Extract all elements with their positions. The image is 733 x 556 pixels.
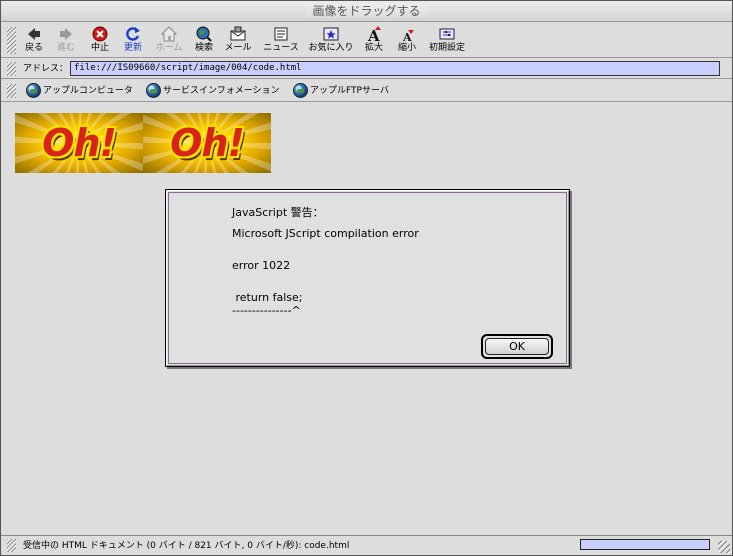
search-button-label: 検索 — [194, 43, 213, 53]
text-larger-icon: A — [366, 26, 382, 45]
mail-button-label: メール — [224, 43, 252, 53]
home-button-label: ホーム — [155, 43, 183, 53]
javascript-alert-dialog: JavaScript 警告： Microsoft JScript compila… — [165, 189, 570, 367]
globe-icon — [26, 83, 41, 98]
mail-icon — [230, 26, 246, 42]
status-text: 受信中の HTML ドキュメント (0 バイト / 821 バイト, 0 バイト… — [23, 541, 350, 551]
address-bar: アドレス： file:///IS09660/script/image/004/c… — [1, 59, 732, 79]
favorite-label: アップルFTPサーバ — [310, 86, 389, 96]
preferences-button[interactable]: 初期設定 — [427, 25, 467, 57]
window-title: 画像をドラッグする — [306, 4, 427, 18]
forward-arrow-icon — [58, 26, 74, 42]
back-arrow-icon — [26, 26, 42, 42]
text-smaller-button-label: 縮小 — [397, 43, 416, 53]
mail-button[interactable]: メール — [223, 25, 253, 57]
progress-bar — [580, 539, 710, 550]
toolbar: 戻る 進む 中止 更新 ホーム 検索 メール ニュース お気に入り A 拡大 A… — [1, 23, 732, 58]
refresh-icon — [125, 26, 141, 42]
favorite-apple-computer[interactable]: アップルコンピュータ — [26, 83, 133, 99]
title-bar[interactable]: 画像をドラッグする — [1, 1, 732, 22]
stop-button-label: 中止 — [90, 43, 109, 53]
news-icon — [273, 26, 289, 42]
text-larger-button-label: 拡大 — [364, 43, 383, 53]
favorites-button-label: お気に入り — [308, 43, 354, 53]
back-button[interactable]: 戻る — [23, 25, 45, 57]
favorites-bar: アップルコンピュータ サービスインフォメーション アップルFTPサーバ — [1, 80, 732, 102]
news-button[interactable]: ニュース — [263, 25, 299, 57]
favorite-service-information[interactable]: サービスインフォメーション — [146, 83, 280, 99]
globe-icon — [146, 83, 161, 98]
stop-button[interactable]: 中止 — [89, 25, 111, 57]
search-button[interactable]: 検索 — [193, 25, 215, 57]
dialog-error-code: error 1022 — [232, 259, 291, 272]
favorite-apple-ftp-server[interactable]: アップルFTPサーバ — [293, 83, 389, 99]
favorites-icon — [323, 26, 339, 42]
address-label: アドレス： — [23, 64, 69, 74]
status-bar-grip — [7, 539, 16, 552]
dialog-error-pointer: ---------------^ — [232, 304, 301, 317]
stop-icon — [92, 26, 108, 42]
resize-handle[interactable] — [718, 541, 730, 553]
globe-icon — [293, 83, 308, 98]
text-larger-button[interactable]: A 拡大 — [363, 25, 385, 57]
home-button[interactable]: ホーム — [154, 25, 184, 57]
favorite-label: サービスインフォメーション — [163, 86, 280, 96]
text-smaller-button[interactable]: A 縮小 — [396, 25, 418, 57]
address-input[interactable]: file:///IS09660/script/image/004/code.ht… — [70, 61, 720, 76]
dialog-error-message: Microsoft JScript compilation error — [232, 227, 419, 240]
ok-button-label: OK — [485, 338, 549, 355]
forward-button[interactable]: 進む — [55, 25, 77, 57]
text-smaller-icon: A — [399, 26, 415, 44]
dialog-source-line: return false; — [232, 291, 303, 304]
news-button-label: ニュース — [263, 43, 299, 53]
home-icon — [160, 26, 178, 42]
toolbar-grip[interactable] — [7, 27, 16, 54]
dialog-title: JavaScript 警告： — [232, 206, 324, 219]
refresh-button[interactable]: 更新 — [122, 25, 144, 57]
favorites-bar-grip[interactable] — [7, 84, 16, 98]
status-bar: 受信中の HTML ドキュメント (0 バイト / 821 バイト, 0 バイト… — [1, 535, 732, 555]
favorite-label: アップルコンピュータ — [43, 86, 133, 96]
search-globe-icon — [196, 26, 212, 42]
browser-window: 画像をドラッグする 戻る 進む 中止 更新 ホーム 検索 メール ニュース お気… — [0, 0, 733, 556]
preferences-icon — [439, 26, 455, 42]
ok-button[interactable]: OK — [481, 334, 553, 359]
favorites-button[interactable]: お気に入り — [307, 25, 355, 57]
banner-text: Oh! — [42, 121, 117, 165]
oh-banner-image[interactable]: Oh! — [143, 113, 271, 173]
preferences-button-label: 初期設定 — [428, 43, 465, 53]
forward-button-label: 進む — [56, 43, 75, 53]
oh-banner-image[interactable]: Oh! — [15, 113, 143, 173]
refresh-button-label: 更新 — [123, 43, 142, 53]
banner-text: Oh! — [170, 121, 245, 165]
back-button-label: 戻る — [24, 43, 43, 53]
address-bar-grip[interactable] — [7, 62, 16, 76]
